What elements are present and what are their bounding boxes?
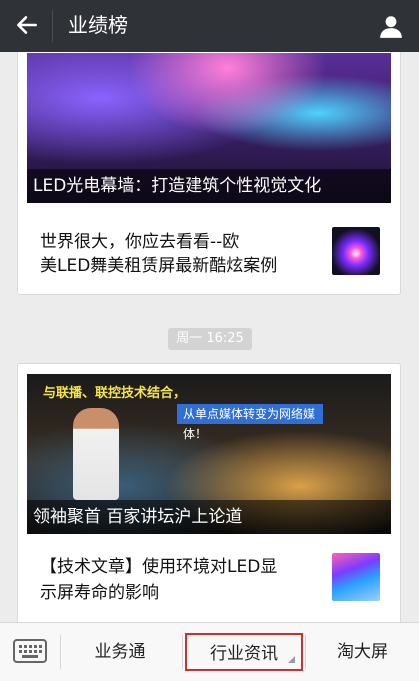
menu-tab-label: 行业资讯 [210, 644, 278, 664]
top-bar: 业绩榜 [0, 0, 419, 52]
article-thumbnail[interactable] [332, 553, 380, 601]
header-divider [52, 10, 53, 42]
menu-tab-taodaping[interactable]: 淘大屏 [306, 633, 419, 671]
article-title-line[interactable]: 世界很大，你应去看看--欧 [40, 229, 330, 255]
page-title: 业绩榜 [68, 13, 128, 37]
article-cover-image[interactable]: LED光电幕墙：打造建筑个性视觉文化 [27, 53, 391, 203]
bottom-menu-bar: 业务通 行业资讯 淘大屏 [0, 622, 419, 681]
article-cover-caption: LED光电幕墙：打造建筑个性视觉文化 [27, 169, 391, 203]
timestamp-badge: 周一 16:25 [168, 328, 252, 350]
slide-banner: 从单点媒体转变为网络媒体！ [177, 404, 323, 441]
article-cover-image[interactable]: 与联播、联控技术结合， 从单点媒体转变为网络媒体！ 领袖聚首 百家讲坛沪上论道 [27, 374, 391, 534]
article-card[interactable]: 与联播、联控技术结合， 从单点媒体转变为网络媒体！ 领袖聚首 百家讲坛沪上论道 … [17, 363, 401, 622]
menu-divider [182, 635, 183, 669]
slide-text: 与联播、联控技术结合， [43, 386, 187, 401]
menu-tab-yewutong[interactable]: 业务通 [62, 633, 178, 671]
article-cover-caption: 领袖聚首 百家讲坛沪上论道 [27, 500, 391, 534]
message-feed: LED光电幕墙：打造建筑个性视觉文化 世界很大，你应去看看--欧 美LED舞美租… [0, 52, 419, 622]
article-title-line[interactable]: 示屏寿命的影响 [40, 580, 330, 606]
article-title-line[interactable]: 【技术文章】使用环境对LED显 [40, 554, 330, 580]
article-title-line[interactable]: 美LED舞美租赁屏最新酷炫案例 [40, 253, 330, 279]
back-arrow-icon[interactable] [14, 12, 40, 38]
submenu-corner-icon [288, 656, 295, 663]
presenter-figure [73, 408, 119, 500]
keyboard-icon[interactable] [12, 637, 48, 667]
person-icon[interactable] [378, 13, 404, 39]
article-thumbnail[interactable] [332, 227, 380, 275]
menu-tab-industry-news[interactable]: 行业资讯 [185, 633, 303, 671]
menu-divider [60, 635, 61, 669]
article-card[interactable]: LED光电幕墙：打造建筑个性视觉文化 世界很大，你应去看看--欧 美LED舞美租… [17, 52, 401, 295]
